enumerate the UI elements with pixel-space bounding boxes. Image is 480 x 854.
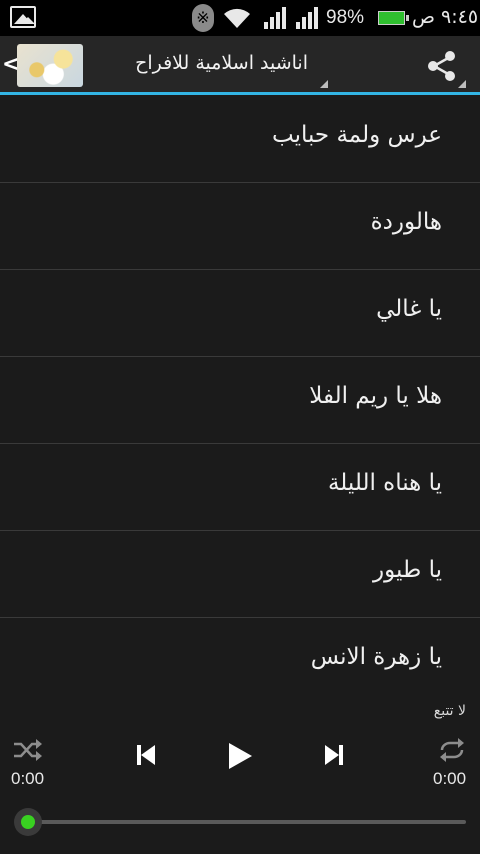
wifi-icon <box>224 8 250 28</box>
battery-icon <box>378 11 409 25</box>
total-duration: 0:00 <box>433 769 467 788</box>
list-item[interactable]: يا طيور <box>0 531 480 618</box>
song-title: عرس ولمة حبايب <box>271 122 442 148</box>
seek-bar[interactable] <box>14 808 466 836</box>
shuffle-icon[interactable] <box>12 737 44 763</box>
app-title: اناشيد اسلامية للافراح <box>135 52 308 74</box>
song-title: يا غالي <box>376 296 442 322</box>
spinner-indicator <box>320 80 328 88</box>
list-item[interactable]: عرس ولمة حبايب <box>0 96 480 183</box>
repeat-mode-label[interactable]: لا تتبع <box>434 703 466 719</box>
list-item[interactable]: يا غالي <box>0 270 480 357</box>
song-title: يا زهرة الانس <box>310 644 442 670</box>
song-title: هالوردة <box>370 209 442 235</box>
list-item[interactable]: يا هناه الليلة <box>0 444 480 531</box>
list-item[interactable]: يا زهرة الانس <box>0 618 480 705</box>
signal-icon-2 <box>296 7 318 29</box>
repeat-icon[interactable] <box>438 737 466 763</box>
action-bar: اناشيد اسلامية للافراح < <box>0 36 480 95</box>
clock: ٩:٤٥ ص <box>412 6 479 28</box>
seek-thumb[interactable] <box>14 808 42 836</box>
list-item[interactable]: هالوردة <box>0 183 480 270</box>
skip-next-icon[interactable] <box>322 743 346 767</box>
player-panel: لا تتبع 0:00 0:00 <box>0 697 480 854</box>
bluetooth-icon: ※ <box>192 4 214 32</box>
seek-track <box>28 820 466 824</box>
song-title: هلا يا ريم الفلا <box>309 383 442 409</box>
song-list: عرس ولمة حبايب هالوردة يا غالي هلا يا ري… <box>0 96 480 705</box>
overflow-indicator <box>458 80 466 88</box>
signal-icon <box>264 7 286 29</box>
app-icon <box>17 44 83 87</box>
action-bar-divider <box>0 92 480 95</box>
song-title: يا هناه الليلة <box>327 470 442 496</box>
elapsed-time: 0:00 <box>11 769 45 788</box>
status-bar: ※ 98% ٩:٤٥ ص <box>0 0 480 36</box>
image-icon <box>10 6 36 28</box>
battery-percent: 98% <box>326 7 365 28</box>
skip-previous-icon[interactable] <box>134 743 158 767</box>
play-icon[interactable] <box>226 741 254 771</box>
song-title: يا طيور <box>373 557 442 583</box>
list-item[interactable]: هلا يا ريم الفلا <box>0 357 480 444</box>
